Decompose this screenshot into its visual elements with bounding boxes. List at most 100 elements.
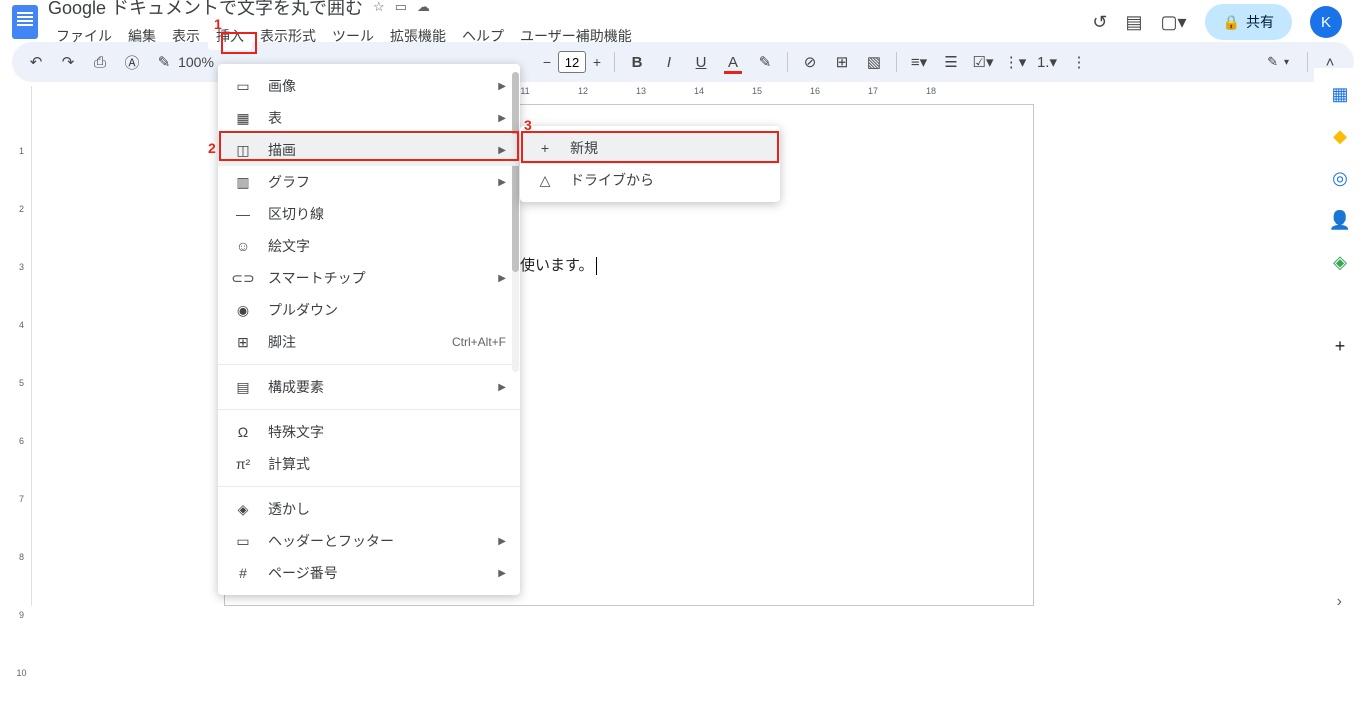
insert-menu-item-pi[interactable]: π² 計算式 [218, 448, 520, 480]
highlight-color-button[interactable]: ✎ [751, 48, 779, 76]
insert-menu-dropdown: ▭画像▶▦表▶◫描画▶▥グラフ▶―区切り線☺絵文字⊂⊃スマートチップ▶◉プルダウ… [218, 64, 520, 595]
print-button[interactable]: ⎙ [86, 48, 114, 76]
callout-1: 1 [214, 16, 222, 32]
drawing-icon: ◫ [232, 142, 254, 159]
menu-item-label: 計算式 [268, 454, 310, 474]
insert-menu-item-omega[interactable]: Ω特殊文字 [218, 416, 520, 448]
insert-menu-item-drawing[interactable]: ◫描画▶ [218, 134, 520, 166]
editing-mode-button[interactable]: ✎ ▾ [1257, 54, 1299, 70]
menu-item-label: プルダウン [268, 300, 338, 320]
font-size-input[interactable] [558, 51, 586, 73]
submenu-arrow-icon: ▶ [498, 113, 506, 124]
submenu-arrow-icon: ▶ [498, 536, 506, 547]
insert-menu-item-pulldown[interactable]: ◉プルダウン [218, 294, 520, 326]
expand-side-panel-icon[interactable]: › [1337, 593, 1342, 611]
chip-icon: ⊂⊃ [232, 270, 254, 287]
cloud-save-icon[interactable]: ☁ [417, 0, 430, 15]
menu-accessibility[interactable]: ユーザー補助機能 [512, 22, 640, 50]
comment-icon[interactable]: ▤ [1126, 12, 1143, 33]
keep-icon[interactable]: ◆ [1330, 126, 1350, 146]
block-icon: ▤ [232, 379, 254, 396]
menu-edit[interactable]: 編集 [120, 22, 164, 50]
drawing-submenu-item-drive[interactable]: △ドライブから [520, 164, 780, 196]
hr-icon: ― [232, 206, 254, 222]
more-options-button[interactable]: ⋮ [1065, 48, 1093, 76]
maps-icon[interactable]: ◈ [1330, 252, 1350, 272]
font-size-plus[interactable]: + [588, 54, 606, 70]
zoom-select[interactable]: 100% [182, 48, 210, 76]
star-icon[interactable]: ☆ [373, 0, 385, 15]
undo-button[interactable]: ↶ [22, 48, 50, 76]
paint-format-button[interactable]: ✎ [150, 48, 178, 76]
italic-button[interactable]: I [655, 48, 683, 76]
pi-icon: π² [232, 456, 254, 472]
insert-menu-item-block[interactable]: ▤構成要素▶ [218, 371, 520, 403]
bold-button[interactable]: B [623, 48, 651, 76]
redo-button[interactable]: ↷ [54, 48, 82, 76]
numbered-list-button[interactable]: 1.▾ [1033, 48, 1061, 76]
submenu-arrow-icon: ▶ [498, 273, 506, 284]
emoji-icon: ☺ [232, 238, 254, 254]
insert-image-button[interactable]: ▧ [860, 48, 888, 76]
menu-help[interactable]: ヘルプ [454, 22, 512, 50]
watermark-icon: ◈ [232, 501, 254, 518]
add-on-button[interactable]: + [1330, 336, 1350, 356]
submenu-arrow-icon: ▶ [498, 145, 506, 156]
callout-3: 3 [524, 117, 532, 133]
menu-item-label: 区切り線 [268, 204, 324, 224]
tasks-icon[interactable]: ◎ [1330, 168, 1350, 188]
menu-item-label: ヘッダーとフッター [268, 531, 394, 551]
menu-view[interactable]: 表示 [164, 22, 208, 50]
text-color-button[interactable]: A [719, 48, 747, 76]
line-spacing-button[interactable]: ☰ [937, 48, 965, 76]
insert-link-button[interactable]: ⊘ [796, 48, 824, 76]
insert-comment-button[interactable]: ⊞ [828, 48, 856, 76]
text-cursor [596, 257, 597, 275]
insert-menu-item-table[interactable]: ▦表▶ [218, 102, 520, 134]
bulleted-list-button[interactable]: ⋮▾ [1001, 48, 1029, 76]
submenu-arrow-icon: ▶ [498, 568, 506, 579]
footnote-icon: ⊞ [232, 334, 254, 351]
share-button[interactable]: 🔒 共有 [1205, 4, 1292, 40]
header-icon: ▭ [232, 533, 254, 550]
drawing-submenu: + 新規 △ドライブから [520, 126, 780, 202]
submenu-arrow-icon: ▶ [498, 177, 506, 188]
font-size-minus[interactable]: − [538, 54, 556, 70]
plus-icon: + [534, 140, 556, 156]
document-title[interactable]: Google ドキュメントで文字を丸で囲む [48, 0, 363, 20]
menu-format[interactable]: 表示形式 [252, 22, 324, 50]
calendar-icon[interactable]: ▦ [1330, 84, 1350, 104]
submenu-arrow-icon: ▶ [498, 81, 506, 92]
account-avatar[interactable]: K [1310, 6, 1342, 38]
side-panel: ▦ ◆ ◎ 👤 ◈ + [1314, 68, 1366, 356]
spellcheck-button[interactable]: Ⓐ [118, 48, 146, 76]
docs-logo-icon[interactable] [12, 5, 38, 39]
menu-file[interactable]: ファイル [48, 22, 120, 50]
insert-menu-item-image[interactable]: ▭画像▶ [218, 70, 520, 102]
insert-menu-item-emoji[interactable]: ☺絵文字 [218, 230, 520, 262]
submenu-arrow-icon: ▶ [498, 382, 506, 393]
insert-menu-item-chart[interactable]: ▥グラフ▶ [218, 166, 520, 198]
submenu-item-label: 新規 [570, 138, 598, 158]
insert-menu-item-hr[interactable]: ― 区切り線 [218, 198, 520, 230]
move-icon[interactable]: ▭ [395, 0, 407, 15]
menu-item-label: 透かし [268, 499, 310, 519]
menu-extensions[interactable]: 拡張機能 [382, 22, 454, 50]
drawing-submenu-item-plus[interactable]: + 新規 [520, 132, 780, 164]
insert-menu-item-footnote[interactable]: ⊞脚注Ctrl+Alt+F [218, 326, 520, 358]
insert-menu-item-hash[interactable]: #ページ番号▶ [218, 557, 520, 589]
omega-icon: Ω [232, 424, 254, 440]
contacts-icon[interactable]: 👤 [1330, 210, 1350, 230]
insert-menu-item-header[interactable]: ▭ ヘッダーとフッター ▶ [218, 525, 520, 557]
lock-icon: 🔒 [1223, 14, 1240, 31]
insert-menu-item-chip[interactable]: ⊂⊃スマートチップ▶ [218, 262, 520, 294]
underline-button[interactable]: U [687, 48, 715, 76]
align-button[interactable]: ≡▾ [905, 48, 933, 76]
history-icon[interactable]: ↺ [1092, 12, 1107, 33]
checklist-button[interactable]: ☑▾ [969, 48, 997, 76]
meet-icon[interactable]: ▢▾ [1161, 12, 1187, 33]
menu-item-label: 画像 [268, 76, 296, 96]
menu-tools[interactable]: ツール [324, 22, 382, 50]
callout-2: 2 [208, 140, 216, 156]
insert-menu-item-watermark[interactable]: ◈ 透かし [218, 493, 520, 525]
